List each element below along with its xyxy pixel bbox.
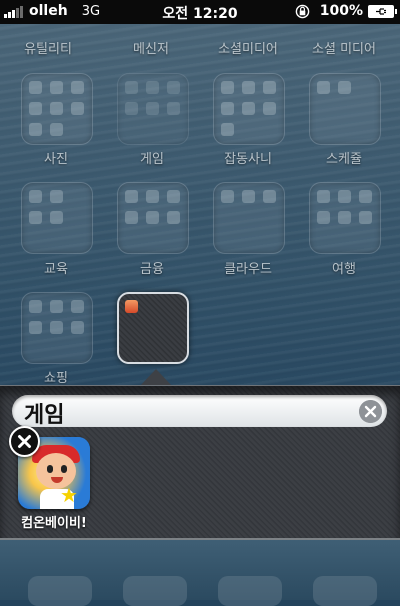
folder-label-travel: 여행: [332, 262, 356, 277]
folder-photos[interactable]: [21, 73, 93, 145]
clear-text-icon[interactable]: [359, 400, 382, 423]
mini-app-icon: [125, 300, 138, 313]
folder-label-messenger[interactable]: 메신저: [103, 38, 199, 57]
folder-education[interactable]: [21, 182, 93, 254]
dock-icon-2[interactable]: [123, 576, 187, 606]
status-bar: olleh 3G 오전 12:20 100%: [0, 0, 400, 24]
folder-label-social-media-2[interactable]: 소셜 미디어: [296, 38, 392, 57]
open-folder-icon[interactable]: [117, 292, 189, 364]
folder-name-field[interactable]: 게임: [12, 395, 387, 429]
dock-icon-1[interactable]: [28, 576, 92, 606]
folder-label-misc: 잡동사니: [224, 152, 272, 167]
folder-shopping[interactable]: [21, 292, 93, 364]
folder-schedule[interactable]: [309, 73, 381, 145]
folder-label-games: 게임: [140, 152, 164, 167]
battery-icon: [368, 4, 397, 18]
folder-label-education: 교육: [44, 262, 68, 277]
dock-icon-4[interactable]: [313, 576, 377, 606]
rotation-lock-icon: [295, 4, 310, 18]
folder-misc[interactable]: [213, 73, 285, 145]
folder-games[interactable]: [117, 73, 189, 145]
folder-label-finance: 금융: [140, 262, 164, 277]
folder-finance[interactable]: [117, 182, 189, 254]
folder-label-shopping: 쇼핑: [44, 371, 68, 386]
battery-percent: 100%: [319, 3, 363, 19]
folder-panel-pointer: [140, 369, 172, 386]
folder-label-photos: 사진: [44, 152, 68, 167]
delete-app-icon[interactable]: [9, 426, 40, 457]
folder-travel[interactable]: [309, 182, 381, 254]
folder-label-social-media[interactable]: 소셜미디어: [200, 38, 296, 57]
folder-cloud[interactable]: [213, 182, 285, 254]
app-label: 컴온베이비!: [21, 516, 87, 531]
charging-plug-icon: [376, 7, 386, 15]
folder-label-schedule: 스케쥴: [326, 152, 362, 167]
folder-label-utility[interactable]: 유틸리티: [0, 38, 96, 57]
dock-icon-3[interactable]: [218, 576, 282, 606]
folder-name-text[interactable]: 게임: [24, 397, 64, 429]
folder-label-cloud: 클라우드: [224, 262, 272, 277]
